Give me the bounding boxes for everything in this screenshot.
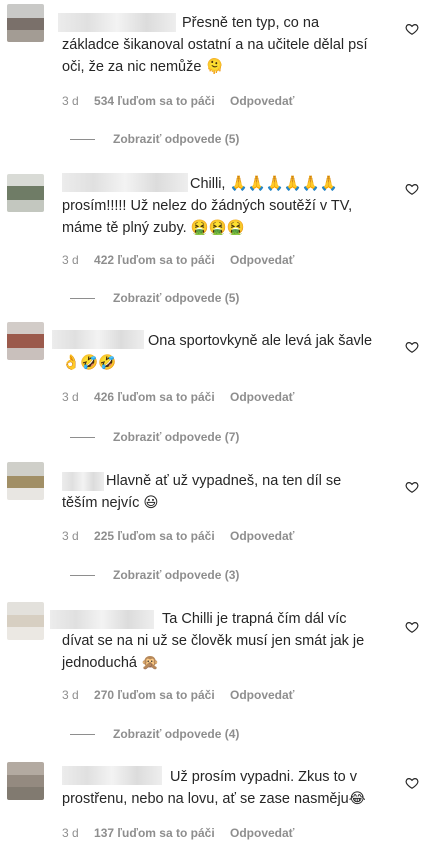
view-replies-button[interactable]: Zobraziť odpovede (5) (70, 132, 239, 146)
view-replies-label: Zobraziť odpovede (3) (113, 568, 240, 582)
comment-meta: 3 d 534 ľuďom sa to páči Odpovedať (62, 94, 306, 108)
view-replies-button[interactable]: Zobraziť odpovede (7) (70, 430, 239, 444)
likes-count[interactable]: 225 ľuďom sa to páči (94, 529, 215, 543)
divider-line (70, 437, 95, 439)
likes-count[interactable]: 422 ľuďom sa to páči (94, 253, 215, 267)
heart-outline-icon[interactable] (405, 182, 419, 196)
timestamp: 3 d (62, 94, 79, 108)
heart-outline-icon[interactable] (405, 340, 419, 354)
comment-meta: 3 d 270 ľuďom sa to páči Odpovedať (62, 688, 306, 702)
view-replies-label: Zobraziť odpovede (5) (113, 132, 240, 146)
avatar[interactable] (7, 762, 44, 800)
heart-outline-icon[interactable] (405, 776, 419, 790)
comment-1: Přesně ten typ, co na základce šikanoval… (0, 0, 432, 146)
comment-6: Už prosím vypadni. Zkus to v prostřenu, … (0, 760, 432, 854)
avatar[interactable] (7, 462, 44, 500)
heart-outline-icon[interactable] (405, 480, 419, 494)
reply-button[interactable]: Odpovedať (230, 826, 294, 840)
comment-5: Ta Chilli je trapná čím dál víc dívat se… (0, 602, 432, 747)
reply-button[interactable]: Odpovedať (230, 529, 294, 543)
comment-text: Chilli, 🙏🙏🙏🙏🙏🙏 prosím!!!!! Už nelez do ž… (62, 176, 357, 236)
avatar[interactable] (7, 174, 44, 212)
avatar[interactable] (7, 602, 44, 640)
view-replies-button[interactable]: Zobraziť odpovede (5) (70, 291, 239, 305)
comment-text: Už prosím vypadni. Zkus to v prostřenu, … (62, 769, 366, 807)
timestamp: 3 d (62, 529, 79, 543)
timestamp: 3 d (62, 826, 79, 840)
comment-meta: 3 d 137 ľuďom sa to páči Odpovedať (62, 826, 306, 840)
comment-2: Chilli, 🙏🙏🙏🙏🙏🙏 prosím!!!!! Už nelez do ž… (0, 170, 432, 305)
view-replies-button[interactable]: Zobraziť odpovede (4) (70, 727, 239, 741)
comment-meta: 3 d 422 ľuďom sa to páči Odpovedať (62, 253, 306, 267)
timestamp: 3 d (62, 688, 79, 702)
divider-line (70, 139, 95, 141)
timestamp: 3 d (62, 390, 79, 404)
heart-outline-icon[interactable] (405, 620, 419, 634)
timestamp: 3 d (62, 253, 79, 267)
view-replies-label: Zobraziť odpovede (7) (113, 430, 240, 444)
comment-meta: 3 d 426 ľuďom sa to páči Odpovedať (62, 390, 306, 404)
comment-text: Ta Chilli je trapná čím dál víc dívat se… (62, 611, 369, 671)
view-replies-label: Zobraziť odpovede (4) (113, 727, 240, 741)
view-replies-label: Zobraziť odpovede (5) (113, 291, 240, 305)
likes-count[interactable]: 137 ľuďom sa to páči (94, 826, 215, 840)
divider-line (70, 734, 95, 736)
comment-text: Přesně ten typ, co na základce šikanoval… (62, 15, 372, 75)
comment-3: Ona sportovkyně ale levá jak šavle 👌🤣🤣 3… (0, 322, 432, 447)
comment-text: Ona sportovkyně ale levá jak šavle 👌🤣🤣 (62, 333, 377, 371)
avatar[interactable] (7, 322, 44, 360)
likes-count[interactable]: 270 ľuďom sa to páči (94, 688, 215, 702)
comment-text: Hlavně ať už vypadneš, na ten díl se těš… (62, 473, 346, 511)
reply-button[interactable]: Odpovedať (230, 390, 294, 404)
divider-line (70, 298, 95, 300)
view-replies-button[interactable]: Zobraziť odpovede (3) (70, 568, 239, 582)
avatar[interactable] (7, 4, 44, 42)
reply-button[interactable]: Odpovedať (230, 94, 294, 108)
heart-outline-icon[interactable] (405, 22, 419, 36)
likes-count[interactable]: 426 ľuďom sa to páči (94, 390, 215, 404)
reply-button[interactable]: Odpovedať (230, 253, 294, 267)
reply-button[interactable]: Odpovedať (230, 688, 294, 702)
likes-count[interactable]: 534 ľuďom sa to páči (94, 94, 215, 108)
divider-line (70, 575, 95, 577)
comment-meta: 3 d 225 ľuďom sa to páči Odpovedať (62, 529, 306, 543)
comment-4: Hlavně ať už vypadneš, na ten díl se těš… (0, 462, 432, 587)
